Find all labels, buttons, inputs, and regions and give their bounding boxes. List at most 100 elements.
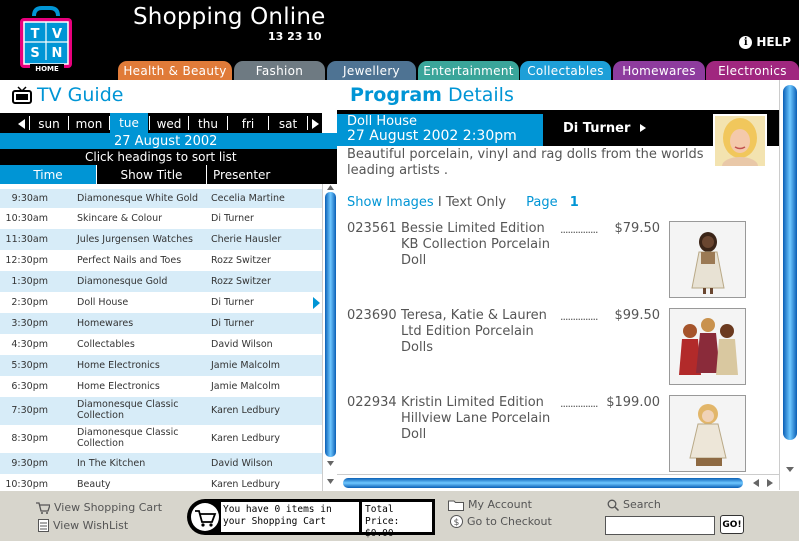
schedule-scroll-thumb xyxy=(325,192,336,457)
view-options: Show Images I Text Only Page 1 xyxy=(347,195,579,210)
sort-by-time-header[interactable]: Time xyxy=(0,165,96,184)
details-scroll-thumb xyxy=(783,85,797,440)
presenter-arrow-icon xyxy=(639,124,646,132)
text-only-link[interactable]: Text Only xyxy=(446,195,506,210)
schedule-row[interactable]: 10:30pm Beauty Karen Ledbury xyxy=(0,474,322,491)
schedule-row[interactable]: 9:30am Diamonesque White Gold Cecelia Mart… xyxy=(0,189,322,208)
tab-jewellery[interactable]: Jewellery xyxy=(327,61,416,80)
program-description: Beautiful porcelain, vinyl and rag dolls… xyxy=(347,147,704,178)
tab-electronics[interactable]: Electronics xyxy=(706,61,799,80)
schedule-time: 7:30pm xyxy=(11,405,48,416)
product-price: $99.50 xyxy=(614,308,661,323)
day-sun[interactable]: sun xyxy=(30,115,68,132)
schedule-row[interactable]: 7:30pm Diamonesque Classic Collection Kare… xyxy=(0,397,322,425)
tab-health-beauty[interactable]: Health & Beauty xyxy=(118,61,232,80)
presenter-photo[interactable] xyxy=(713,114,767,168)
show-images-link[interactable]: Show Images xyxy=(347,195,434,210)
schedule-row[interactable]: 2:30pm Doll House Di Turner xyxy=(0,292,322,313)
schedule-list: 9:30am Diamonesque White Gold Cecelia Mart… xyxy=(0,189,322,491)
schedule-row[interactable]: 1:30pm Diamonesque Gold Rozz Switzer xyxy=(0,271,322,292)
program-datetime: 27 August 2002 2:30pm xyxy=(347,128,517,144)
cart-icon xyxy=(36,501,50,514)
schedule-presenter: Karen Ledbury xyxy=(211,405,281,416)
schedule-row[interactable]: 10:30am Skincare & Colour Di Turner xyxy=(0,208,322,229)
help-label: HELP xyxy=(756,35,791,49)
phone-number: 13 23 10 xyxy=(268,30,322,43)
search-heading: Search xyxy=(607,498,661,511)
schedule-show-title: Beauty xyxy=(77,478,111,490)
day-thu[interactable]: thu xyxy=(189,115,227,132)
svg-text:V: V xyxy=(52,27,62,42)
schedule-show-title: Home Electronics xyxy=(77,380,160,392)
view-wishlist-label: View WishList xyxy=(53,519,129,532)
schedule-scrollbar[interactable] xyxy=(322,184,337,491)
schedule-time: 9:30am xyxy=(11,192,48,204)
page-label: Page xyxy=(526,195,558,210)
tab-entertainment[interactable]: Entertainment xyxy=(418,61,519,80)
schedule-row[interactable]: 6:30pm Home Electronics Jamie Malcolm xyxy=(0,376,322,397)
tvsn-logo[interactable]: T V S N HOME xyxy=(18,6,74,74)
product-name-link[interactable]: Bessie Limited Edition KB Collection Por… xyxy=(401,221,561,269)
schedule-show-title: Perfect Nails and Toes xyxy=(77,254,182,266)
svg-text:HOME: HOME xyxy=(35,65,59,73)
sort-by-presenter-header[interactable]: Presenter xyxy=(206,165,322,184)
schedule-show-title: In The Kitchen xyxy=(77,457,146,469)
day-mon[interactable]: mon xyxy=(69,115,109,132)
product-id: 023690 xyxy=(347,308,397,323)
tab-collectables[interactable]: Collectables xyxy=(520,61,611,80)
help-link[interactable]: i HELP xyxy=(739,35,791,49)
product-name-link[interactable]: Teresa, Katie & Lauren Ltd Edition Porce… xyxy=(401,308,561,356)
svg-text:$: $ xyxy=(454,518,460,528)
current-show-arrow-icon xyxy=(313,296,320,309)
day-fri[interactable]: fri xyxy=(228,115,268,132)
view-cart-link[interactable]: View Shopping Cart xyxy=(36,501,162,514)
product-price: $79.50 xyxy=(614,221,661,236)
day-sat[interactable]: sat xyxy=(269,115,307,132)
product-image[interactable] xyxy=(669,221,746,298)
schedule-presenter: Jamie Malcolm xyxy=(211,359,280,371)
details-horizontal-scrollbar[interactable] xyxy=(337,474,779,490)
schedule-row[interactable]: 4:30pm Collectables David Wilson xyxy=(0,334,322,355)
details-scrollbar[interactable] xyxy=(779,80,799,490)
schedule-presenter: Di Turner xyxy=(211,212,254,224)
site-title: Shopping Online xyxy=(133,4,326,30)
checkout-link[interactable]: $ Go to Checkout xyxy=(450,515,552,528)
sort-by-title-header[interactable]: Show Title xyxy=(96,165,206,184)
product-name-link[interactable]: Kristin Limited Edition Hillview Lane Po… xyxy=(401,395,561,443)
view-wishlist-link[interactable]: View WishList xyxy=(38,519,128,532)
schedule-row[interactable]: 3:30pm Homewares Di Turner xyxy=(0,313,322,334)
product-price: $199.00 xyxy=(606,395,660,410)
my-account-link[interactable]: My Account xyxy=(448,498,532,511)
day-wed[interactable]: wed xyxy=(150,115,188,132)
search-go-button[interactable]: GO! xyxy=(720,515,744,534)
presenter-link[interactable]: Di Turner xyxy=(563,121,646,136)
day-tue-selected[interactable]: tue xyxy=(110,113,148,133)
product-image[interactable] xyxy=(669,395,746,472)
sort-hint: Click headings to sort list xyxy=(0,149,337,165)
prev-day-arrow-icon[interactable] xyxy=(14,115,28,132)
schedule-time: 11:30am xyxy=(5,233,48,245)
tv-icon xyxy=(12,86,32,104)
page-number-link[interactable]: 1 xyxy=(570,195,579,210)
schedule-show-title: Home Electronics xyxy=(77,359,160,371)
shopping-cart-icon[interactable] xyxy=(190,502,220,532)
schedule-row[interactable]: 9:30pm In The Kitchen David Wilson xyxy=(0,453,322,474)
schedule-presenter: David Wilson xyxy=(211,338,273,350)
view-separator: I xyxy=(433,195,446,210)
schedule-show-title: Jules Jurgensen Watches xyxy=(77,233,193,245)
tab-fashion[interactable]: Fashion xyxy=(234,61,325,80)
cart-total: Total Price: $0.00 xyxy=(362,502,432,539)
next-day-arrow-icon[interactable] xyxy=(308,115,322,132)
info-icon: i xyxy=(739,35,753,49)
schedule-row[interactable]: 11:30am Jules Jurgensen Watches Cherie Hau… xyxy=(0,229,322,250)
schedule-row[interactable]: 8:30pm Diamonesque Classic Collection Kare… xyxy=(0,425,322,453)
schedule-presenter: Cecelia Martine xyxy=(211,192,285,204)
schedule-row[interactable]: 5:30pm Home Electronics Jamie Malcolm xyxy=(0,355,322,376)
presenter-name: Di Turner xyxy=(563,121,631,136)
schedule-row[interactable]: 12:30pm Perfect Nails and Toes Rozz Switze… xyxy=(0,250,322,271)
search-input[interactable] xyxy=(605,516,715,535)
schedule-presenter: Jamie Malcolm xyxy=(211,380,280,392)
tab-homewares[interactable]: Homewares xyxy=(613,61,705,80)
product-image[interactable] xyxy=(669,308,746,385)
dollar-coin-icon: $ xyxy=(450,515,463,528)
